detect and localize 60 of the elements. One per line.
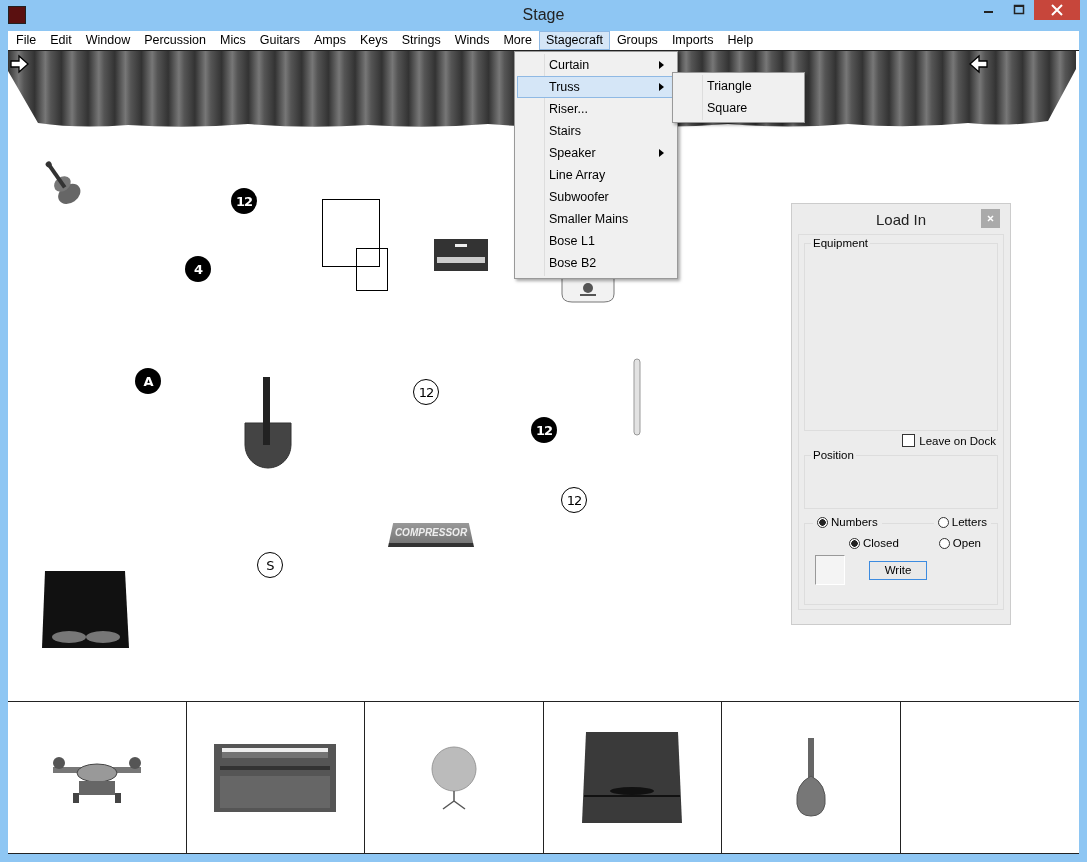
stage-marker[interactable]: 12 [413, 379, 439, 405]
menu-item[interactable]: Groups [609, 31, 665, 50]
menu-item[interactable]: Mics [213, 31, 253, 50]
left-arrow-icon[interactable] [968, 54, 988, 74]
radio-button[interactable] [817, 516, 828, 528]
menu-item[interactable]: Help [720, 31, 761, 50]
stage-marker[interactable]: 12 [531, 417, 557, 443]
menu-item[interactable]: Amps [307, 31, 353, 50]
radio-button[interactable] [938, 537, 950, 549]
speaker-cabinet-icon [580, 730, 685, 825]
menu-item[interactable]: File [9, 31, 44, 50]
menu-item[interactable]: Strings [394, 31, 448, 50]
menu-item[interactable]: Speaker [517, 142, 675, 164]
menu-item[interactable]: Stairs [517, 120, 675, 142]
window-title: Stage [522, 6, 565, 24]
radio-button[interactable] [937, 516, 949, 528]
radio-label: Closed [863, 537, 899, 549]
stage-marker[interactable]: A [135, 368, 161, 394]
menu-item[interactable]: Stagecraft [538, 31, 610, 50]
radio-label: Open [952, 537, 981, 549]
menu-item[interactable]: Window [78, 31, 138, 50]
right-arrow-icon[interactable] [10, 54, 30, 74]
checkbox-label: Leave on Dock [919, 434, 996, 447]
menu-item[interactable]: Smaller Mains [517, 208, 675, 230]
cymbal-icon [428, 744, 479, 811]
menu-item[interactable]: Square [675, 97, 802, 119]
menu-item[interactable]: Keys [352, 31, 395, 50]
write-button[interactable]: Write [869, 560, 927, 580]
keyboard-amp-icon [212, 741, 339, 814]
menu-item[interactable]: Guitars [252, 31, 307, 50]
menu-item[interactable]: Line Array [517, 164, 675, 186]
menu-item[interactable]: Imports [664, 31, 721, 50]
stage-marker[interactable]: S [257, 552, 283, 578]
group-label: Equipment [812, 237, 869, 249]
close-icon[interactable] [1034, 0, 1080, 20]
stage-marker[interactable]: 12 [561, 487, 587, 513]
speaker-cabinet-icon[interactable] [41, 570, 131, 650]
menu-item[interactable]: Riser... [517, 98, 675, 120]
truss-squares-drawing[interactable] [320, 197, 390, 293]
radio-button[interactable] [849, 537, 860, 549]
amplifier-icon[interactable] [433, 237, 489, 273]
group-label: Position [812, 449, 855, 461]
stage-marker[interactable]: 12 [231, 188, 257, 214]
menu-item[interactable]: Percussion [137, 31, 213, 50]
radio-label: Letters [951, 516, 987, 528]
menu-item[interactable]: More [496, 31, 539, 50]
menu-item[interactable]: Edit [43, 31, 79, 50]
checkbox[interactable] [902, 434, 916, 447]
preview-box [815, 555, 845, 585]
menu-item[interactable]: Subwoofer [517, 186, 675, 208]
menu-item[interactable]: Bose B2 [517, 252, 675, 274]
stage-marker[interactable]: 4 [185, 256, 211, 282]
menu-item[interactable]: Truss [517, 76, 675, 98]
app-logo-icon [8, 6, 26, 24]
radio-label: Numbers [831, 516, 878, 528]
panel-title: Load In [875, 210, 926, 228]
menu-item[interactable]: Triangle [675, 75, 802, 97]
menu-item[interactable]: Winds [447, 31, 497, 50]
menu-item[interactable]: Bose L1 [517, 230, 675, 252]
menu-item[interactable]: Curtain [517, 54, 675, 76]
